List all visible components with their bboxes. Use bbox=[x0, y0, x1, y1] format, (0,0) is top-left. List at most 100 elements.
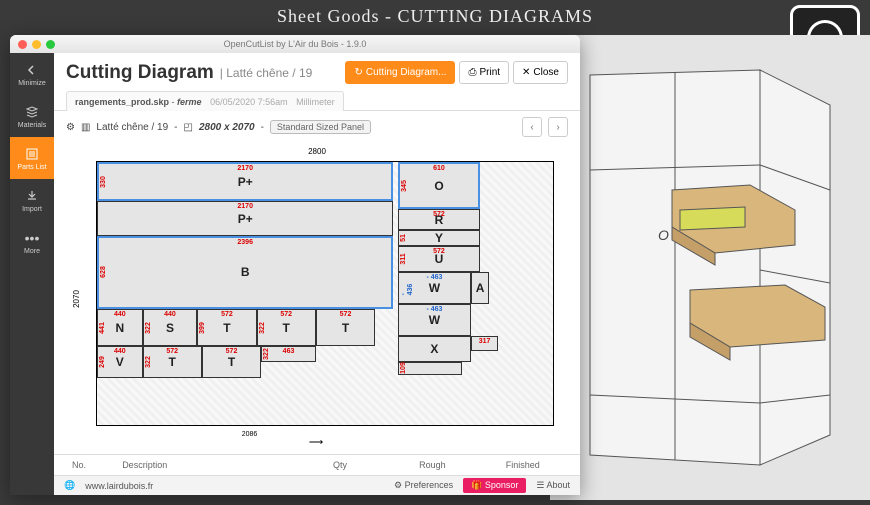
cut-part-P+[interactable]: P+2170 bbox=[97, 201, 393, 235]
dim-height: 322 bbox=[263, 348, 270, 360]
sidebar-item-minimize[interactable]: Minimize bbox=[10, 53, 54, 95]
sidebar-item-import[interactable]: Import bbox=[10, 179, 54, 221]
cut-part-offcut[interactable]: 317 bbox=[471, 336, 498, 352]
grain-direction-arrow: ⟶ bbox=[309, 437, 325, 448]
cut-part-O[interactable]: O610345 bbox=[398, 162, 480, 209]
panel-icon: ▥ bbox=[81, 122, 90, 133]
dim-width: 572 bbox=[221, 311, 233, 318]
part-label: Y bbox=[435, 231, 443, 245]
cut-part-offcut[interactable]: 463322 bbox=[261, 346, 316, 362]
cut-part-V[interactable]: V440249 bbox=[97, 346, 143, 378]
dim-height: 628 bbox=[100, 267, 107, 279]
import-icon bbox=[24, 188, 40, 204]
dim-height: 441 bbox=[99, 322, 106, 334]
dim-height: - 436 bbox=[400, 281, 414, 296]
print-icon: ⎙ bbox=[468, 67, 476, 78]
cutting-diagram: 2800 2070 P+2170330P+2170B2396628N440441… bbox=[54, 143, 580, 454]
prev-page-button[interactable]: ‹ bbox=[522, 117, 542, 137]
dim-panel-width: 2800 bbox=[308, 147, 326, 156]
cut-part-T[interactable]: T572322 bbox=[257, 309, 316, 346]
col-finished: Finished bbox=[478, 458, 568, 472]
list-icon bbox=[24, 146, 40, 162]
footer-url[interactable]: www.lairdubois.fr bbox=[85, 481, 153, 491]
part-label: T bbox=[342, 321, 349, 335]
sidebar: Minimize Materials Parts List Import •••… bbox=[10, 53, 54, 495]
dim-height: 311 bbox=[400, 254, 407, 265]
cut-part-W[interactable]: W- 463 bbox=[398, 304, 471, 336]
cut-part-B[interactable]: B2396628 bbox=[97, 236, 393, 310]
dim-height: 51 bbox=[400, 234, 407, 242]
sidebar-item-more[interactable]: ••• More bbox=[10, 221, 54, 263]
part-label: N bbox=[115, 321, 124, 335]
sidebar-item-parts-list[interactable]: Parts List bbox=[10, 137, 54, 179]
gear-icon[interactable]: ⚙ bbox=[66, 122, 75, 133]
dim-width: 572 bbox=[433, 248, 445, 255]
dim-height: 345 bbox=[401, 180, 408, 192]
sheet-icon: ◰ bbox=[184, 122, 193, 133]
model-part-label: O bbox=[658, 227, 669, 243]
tab-file[interactable]: rangements_prod.skp - ferme 06/05/2020 7… bbox=[66, 91, 344, 111]
dim-width: 2170 bbox=[237, 165, 253, 172]
sidebar-item-materials[interactable]: Materials bbox=[10, 95, 54, 137]
dim-width: 317 bbox=[479, 338, 491, 345]
cut-part-A[interactable]: A bbox=[471, 272, 489, 304]
cut-part-W[interactable]: W- 463 - 436 bbox=[398, 272, 471, 304]
part-label: X bbox=[430, 342, 438, 356]
tabs-bar: rangements_prod.skp - ferme 06/05/2020 7… bbox=[54, 90, 580, 111]
part-label: S bbox=[166, 321, 174, 335]
gift-icon: 🎁 bbox=[471, 480, 482, 490]
dim-width: 572 bbox=[280, 311, 292, 318]
dim-width: 572 bbox=[340, 311, 352, 318]
sponsor-button[interactable]: 🎁 Sponsor bbox=[463, 478, 526, 493]
dim-width: 2396 bbox=[237, 239, 253, 246]
dim-width: - 463 bbox=[426, 274, 442, 281]
dim-width: 440 bbox=[114, 348, 126, 355]
preferences-link[interactable]: ⚙ Preferences bbox=[394, 480, 453, 491]
cut-part-Y[interactable]: Y 51 bbox=[398, 230, 480, 246]
cutting-diagram-button[interactable]: ↻Cutting Diagram... bbox=[345, 61, 455, 84]
panel-material: Latté chêne / 19 bbox=[96, 122, 168, 133]
panel-info-bar: ⚙ ▥ Latté chêne / 19 - ◰ 2800 x 2070 - S… bbox=[54, 111, 580, 143]
cut-part-S[interactable]: S 440 322 bbox=[143, 309, 198, 346]
close-button[interactable]: ✕Close bbox=[513, 61, 568, 84]
part-label: P+ bbox=[238, 212, 253, 226]
dim-width: 440 bbox=[164, 311, 176, 318]
dim-height: 322 bbox=[145, 356, 152, 368]
cut-part-T[interactable]: T 572 bbox=[316, 309, 375, 346]
dim-width: 440 bbox=[114, 311, 126, 318]
part-label: O bbox=[434, 179, 443, 193]
cut-part-R[interactable]: R572 bbox=[398, 209, 480, 230]
cut-part-P+[interactable]: P+2170330 bbox=[97, 162, 393, 201]
dim-height: 109 bbox=[400, 363, 407, 375]
about-link[interactable]: ☰ About bbox=[536, 480, 570, 491]
dim-height: 322 bbox=[145, 322, 152, 334]
cut-part-N[interactable]: N 440 441 bbox=[97, 309, 143, 346]
part-label: T bbox=[228, 355, 235, 369]
cut-part-X[interactable]: X bbox=[398, 336, 471, 362]
print-button[interactable]: ⎙Print bbox=[459, 61, 509, 84]
col-rough: Rough bbox=[387, 458, 477, 472]
part-label: V bbox=[116, 355, 124, 369]
col-description: Description bbox=[116, 458, 327, 472]
part-label: W bbox=[429, 313, 440, 327]
cut-part-T[interactable]: T572322 bbox=[143, 346, 202, 378]
cut-part-U[interactable]: U572311 bbox=[398, 246, 480, 272]
cut-part-T[interactable]: T572399 bbox=[197, 309, 256, 346]
titlebar: OpenCutList by L'Air du Bois - 1.9.0 bbox=[10, 35, 580, 53]
part-label: T bbox=[223, 321, 230, 335]
window-title: OpenCutList by L'Air du Bois - 1.9.0 bbox=[10, 39, 580, 49]
close-icon: ✕ bbox=[522, 67, 530, 78]
part-label: T bbox=[169, 355, 176, 369]
dim-width: 572 bbox=[226, 348, 238, 355]
cutting-panel: P+2170330P+2170B2396628N440441S440322T57… bbox=[96, 161, 554, 426]
dim-width: 572 bbox=[433, 211, 445, 218]
part-label: W bbox=[429, 281, 440, 295]
footer-bar: 🌐 www.lairdubois.fr ⚙ Preferences 🎁 Spon… bbox=[54, 475, 580, 495]
part-label: P+ bbox=[238, 175, 253, 189]
next-page-button[interactable]: › bbox=[548, 117, 568, 137]
col-no: No. bbox=[66, 458, 116, 472]
cut-part-T[interactable]: T572 bbox=[202, 346, 261, 378]
cut-part-offcut[interactable]: 109 bbox=[398, 362, 462, 375]
dim-bottom-left: 2086 bbox=[242, 431, 258, 438]
dim-panel-height: 2070 bbox=[72, 290, 81, 308]
